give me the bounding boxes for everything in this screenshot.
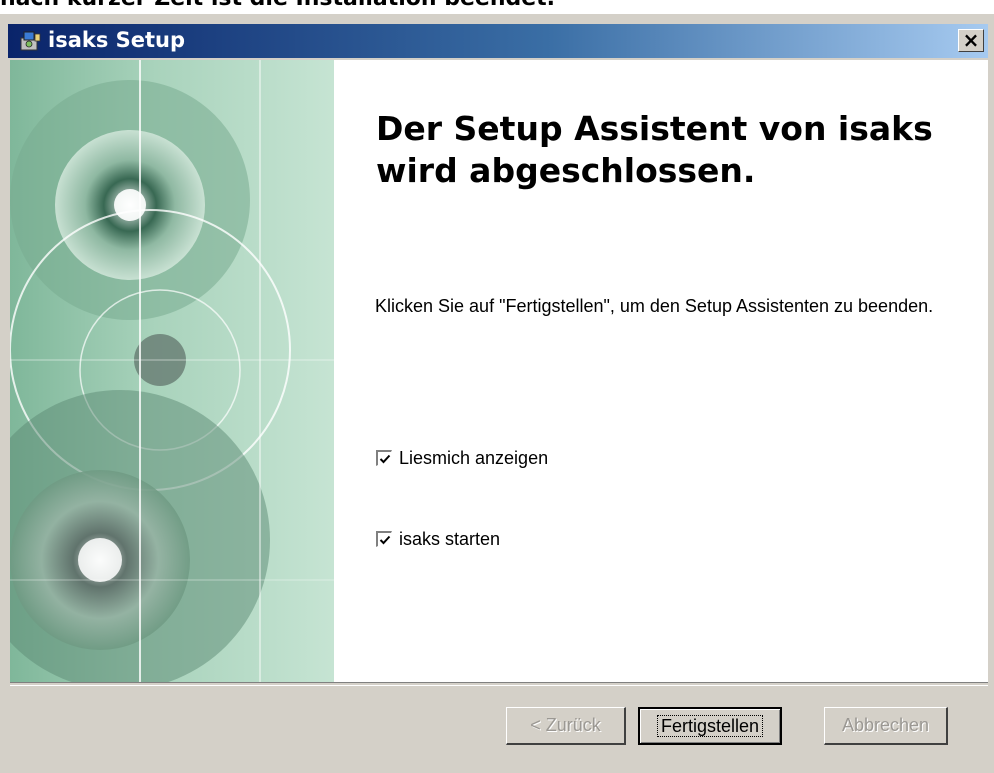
show-readme-checkbox[interactable] bbox=[376, 450, 392, 466]
back-button[interactable]: < Zurück bbox=[506, 707, 626, 745]
back-button-label: < Zurück bbox=[530, 715, 601, 735]
checkmark-icon bbox=[379, 454, 391, 464]
close-icon: × bbox=[962, 28, 980, 52]
show-readme-option[interactable]: Liesmich anzeigen bbox=[376, 446, 548, 470]
title-bar[interactable]: isaks Setup × bbox=[8, 24, 988, 58]
close-button[interactable]: × bbox=[958, 29, 984, 52]
cancel-button-label: Abbrechen bbox=[841, 715, 930, 735]
show-readme-label: Liesmich anzeigen bbox=[399, 447, 549, 468]
start-isaks-option[interactable]: isaks starten bbox=[376, 527, 500, 551]
setup-window: isaks Setup × Der Setup Assistent von is… bbox=[0, 14, 994, 773]
finish-button[interactable]: Fertigstellen bbox=[638, 707, 782, 745]
finish-button-label: Fertigstellen bbox=[656, 715, 764, 737]
wizard-content: Der Setup Assistent von isaks wird abges… bbox=[10, 60, 988, 682]
wizard-side-image bbox=[10, 60, 334, 682]
checkmark-icon bbox=[379, 535, 391, 545]
wizard-heading: Der Setup Assistent von isaks wird abges… bbox=[376, 109, 933, 190]
start-isaks-checkbox[interactable] bbox=[376, 531, 392, 547]
button-bar-divider bbox=[10, 682, 988, 686]
installer-icon bbox=[18, 30, 42, 52]
start-isaks-label: isaks starten bbox=[399, 528, 501, 549]
wizard-info-text: Klicken Sie auf "Fertigstellen", um den … bbox=[375, 296, 934, 316]
window-title: isaks Setup bbox=[48, 28, 186, 52]
cancel-button[interactable]: Abbrechen bbox=[824, 707, 948, 745]
